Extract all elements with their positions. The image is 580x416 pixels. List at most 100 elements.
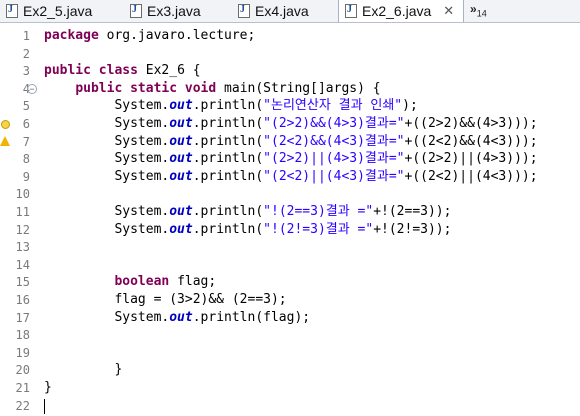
line-number: 15 xyxy=(15,275,30,290)
code-line[interactable]: 10 xyxy=(0,185,580,203)
code-line[interactable]: 6 System.out.println("(2>2)&&(4>3)결과="+(… xyxy=(0,115,580,133)
code-token: .println( xyxy=(192,168,264,184)
chevron-double-right-icon: » xyxy=(470,2,477,16)
code-text[interactable]: flag = (3>2)&& (2==3); xyxy=(44,291,286,309)
warning-lightbulb-icon[interactable] xyxy=(0,117,10,131)
line-number: 22 xyxy=(15,398,30,413)
code-line[interactable]: 5 System.out.println("논리연산자 결과 인쇄"); xyxy=(0,97,580,115)
field-token: out xyxy=(169,309,193,325)
tab-label: Ex4.java xyxy=(255,3,309,19)
code-line[interactable]: 12 System.out.println("!(2!=3)결과 ="+!(2!… xyxy=(0,221,580,239)
line-number: 10 xyxy=(15,187,30,202)
warning-lightbulb-icon[interactable] xyxy=(0,135,10,149)
code-line[interactable]: 17 System.out.println(flag); xyxy=(0,309,580,327)
code-text[interactable]: System.out.println("(2>2)&&(4>3)결과="+((2… xyxy=(44,115,538,133)
line-number: 16 xyxy=(15,293,30,307)
tab-overflow-button[interactable]: »14 xyxy=(470,2,487,18)
tab-ex4[interactable]: J Ex4.java xyxy=(232,0,330,22)
line-number: 11 xyxy=(15,205,30,219)
warning-icon xyxy=(0,135,10,146)
code-text[interactable]: System.out.println("(2<2)||(4<3)결과="+((2… xyxy=(44,168,537,186)
tab-ex2-5[interactable]: J Ex2_5.java xyxy=(0,0,112,22)
code-text[interactable]: System.out.println("(2<2)&&(4<3)결과="+((2… xyxy=(44,133,538,151)
line-number: 4 xyxy=(22,81,30,96)
code-token: +!(2==3)); xyxy=(373,204,452,219)
code-line[interactable]: 4 public static void main(String[]args) … xyxy=(0,80,580,98)
code-line[interactable]: 19 xyxy=(0,344,580,362)
code-token: System. xyxy=(44,168,170,184)
field-token: out xyxy=(169,151,193,167)
code-text[interactable]: System.out.println("!(2==3)결과 ="+!(2==3)… xyxy=(44,203,451,221)
line-number: 1 xyxy=(22,29,30,43)
code-token: .println(flag); xyxy=(192,309,311,325)
code-text[interactable]: public static void main(String[]args) { xyxy=(44,80,380,98)
tab-ex3[interactable]: J Ex3.java xyxy=(124,0,222,22)
code-line[interactable]: 14 xyxy=(0,256,580,274)
string-literal-token: "(2>2)&&(4>3)결과=" xyxy=(263,116,405,131)
code-line[interactable]: 13 xyxy=(0,238,580,256)
field-token: out xyxy=(169,133,193,149)
code-text[interactable]: System.out.println("(2>2)||(4>3)결과="+((2… xyxy=(44,150,538,168)
code-line[interactable]: 21} xyxy=(0,379,580,397)
code-line[interactable]: 16 flag = (3>2)&& (2==3); xyxy=(0,291,580,309)
code-token: System. xyxy=(44,133,170,149)
line-number: 18 xyxy=(15,328,30,343)
tab-overflow-count: 14 xyxy=(476,8,487,19)
code-line[interactable]: 18 xyxy=(0,326,580,344)
keyword-token: public xyxy=(44,63,91,79)
code-token: System. xyxy=(44,221,170,237)
code-text[interactable]: package org.javaro.lecture; xyxy=(44,27,255,45)
line-number: 9 xyxy=(22,169,30,184)
code-token: } xyxy=(44,380,52,395)
string-literal-token: "논리연산자 결과 인쇄" xyxy=(263,98,403,114)
string-literal-token: "!(2==3)결과 =" xyxy=(263,204,374,219)
code-token: System. xyxy=(44,151,170,167)
code-line[interactable]: 15 boolean flag; xyxy=(0,273,580,291)
code-text[interactable]: boolean flag; xyxy=(44,273,216,291)
fold-collapse-icon[interactable]: − xyxy=(27,83,37,94)
tab-label: Ex2_5.java xyxy=(23,3,93,19)
line-number: 8 xyxy=(22,152,30,167)
line-number: 13 xyxy=(15,240,30,255)
field-token: out xyxy=(169,204,193,219)
code-token: +((2>2)||(4>3))); xyxy=(404,151,538,167)
code-line[interactable]: 1 package org.javaro.lecture; xyxy=(0,27,580,45)
tab-ex2-6[interactable]: J Ex2_6.java ✕ xyxy=(338,0,464,22)
keyword-token: class xyxy=(98,63,138,79)
text-cursor xyxy=(44,398,45,414)
code-line[interactable]: 3 public class Ex2_6 { xyxy=(0,62,580,80)
code-token: .println( xyxy=(192,204,264,219)
line-number: 12 xyxy=(15,222,30,237)
code-token: .println( xyxy=(192,151,264,167)
code-editor[interactable]: 1 package org.javaro.lecture; 2 3 public cla… xyxy=(0,23,580,416)
code-token: org.javaro.lecture; xyxy=(98,28,256,43)
code-token: Ex2_6 { xyxy=(137,63,201,79)
lightbulb-icon xyxy=(1,120,10,129)
keyword-token: void xyxy=(184,80,217,96)
code-line[interactable]: 7 System.out.println("(2<2)&&(4<3)결과="+(… xyxy=(0,133,580,151)
tab-label: Ex2_6.java xyxy=(362,3,432,19)
code-line[interactable]: 8 System.out.println("(2>2)||(4>3)결과="+(… xyxy=(0,150,580,168)
line-number: 2 xyxy=(22,46,30,61)
line-number: 20 xyxy=(15,363,30,378)
code-line[interactable]: 20 } xyxy=(0,361,580,379)
code-text[interactable]: System.out.println(flag); xyxy=(44,309,310,327)
code-token: +((2<2)&&(4<3))); xyxy=(404,133,538,149)
code-token: +!(2!=3)); xyxy=(373,221,452,237)
string-literal-token: "(2<2)&&(4<3)결과=" xyxy=(263,133,405,149)
code-text[interactable]: public class Ex2_6 { xyxy=(44,62,201,80)
code-line[interactable]: 11 System.out.println("!(2==3)결과 ="+!(2=… xyxy=(0,203,580,221)
java-file-icon: J xyxy=(238,4,250,18)
code-line[interactable]: 2 xyxy=(0,45,580,63)
code-text[interactable]: System.out.println("논리연산자 결과 인쇄"); xyxy=(44,97,417,115)
code-token: System. xyxy=(44,98,170,114)
close-tab-icon[interactable]: ✕ xyxy=(443,3,454,19)
code-line[interactable]: 22 xyxy=(0,397,580,415)
code-text[interactable]: } xyxy=(44,361,122,379)
code-line[interactable]: 9 System.out.println("(2<2)||(4<3)결과="+(… xyxy=(0,168,580,186)
code-text[interactable]: } xyxy=(44,379,52,397)
field-token: out xyxy=(169,98,193,114)
code-token: +((2>2)&&(4>3))); xyxy=(404,116,538,131)
code-text[interactable]: System.out.println("!(2!=3)결과 ="+!(2!=3)… xyxy=(44,221,451,239)
keyword-token: package xyxy=(44,28,99,43)
